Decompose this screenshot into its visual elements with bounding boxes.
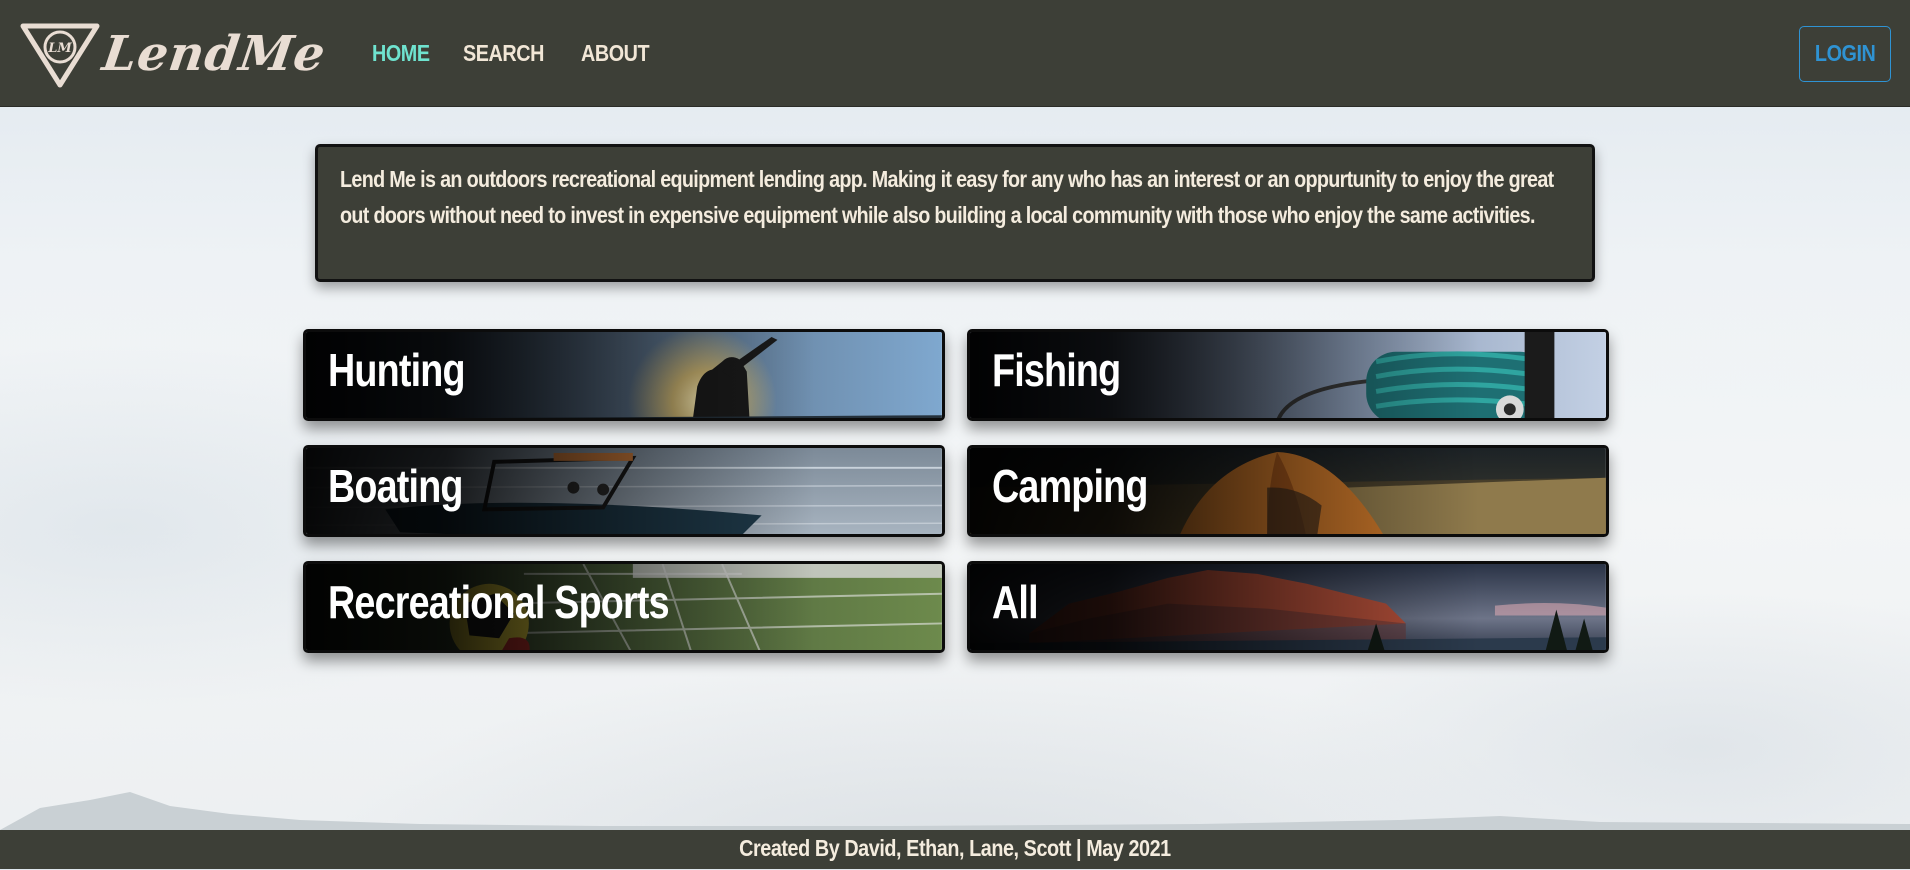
background-mountains — [0, 792, 1910, 830]
nav-about-link[interactable]: ABOUT — [581, 38, 650, 68]
category-card-recreational-sports[interactable]: Recreational Sports — [303, 561, 945, 653]
logo-monogram: LM — [47, 41, 72, 56]
category-label: Fishing — [992, 344, 1121, 396]
logo-triangle-icon[interactable]: LM — [20, 22, 100, 88]
category-label: All — [992, 576, 1039, 628]
category-label: Boating — [328, 460, 463, 512]
category-card-camping[interactable]: Camping — [967, 445, 1609, 537]
category-label: Recreational Sports — [328, 576, 670, 628]
top-navbar: LM LendMe HOME SEARCH ABOUT LOGIN — [0, 0, 1910, 107]
footer-credits: Created By David, Ethan, Lane, Scott | M… — [739, 835, 1171, 861]
category-card-hunting[interactable]: Hunting — [303, 329, 945, 421]
footer: Created By David, Ethan, Lane, Scott | M… — [0, 830, 1910, 869]
category-card-fishing[interactable]: Fishing — [967, 329, 1609, 421]
intro-text: Lend Me is an outdoors recreational equi… — [340, 166, 1554, 228]
intro-description-box: Lend Me is an outdoors recreational equi… — [315, 144, 1595, 282]
main-nav: HOME SEARCH ABOUT — [372, 38, 684, 68]
nav-home-link[interactable]: HOME — [372, 38, 430, 68]
login-button-label: LOGIN — [1814, 40, 1876, 66]
category-card-boating[interactable]: Boating — [303, 445, 945, 537]
category-card-all[interactable]: All — [967, 561, 1609, 653]
card-shade — [970, 564, 1606, 650]
login-button[interactable]: LOGIN — [1799, 26, 1891, 82]
nav-search-link[interactable]: SEARCH — [463, 38, 544, 68]
logo-wordmark[interactable]: LendMe — [99, 26, 329, 82]
category-label: Hunting — [328, 344, 466, 396]
category-label: Camping — [992, 460, 1148, 512]
